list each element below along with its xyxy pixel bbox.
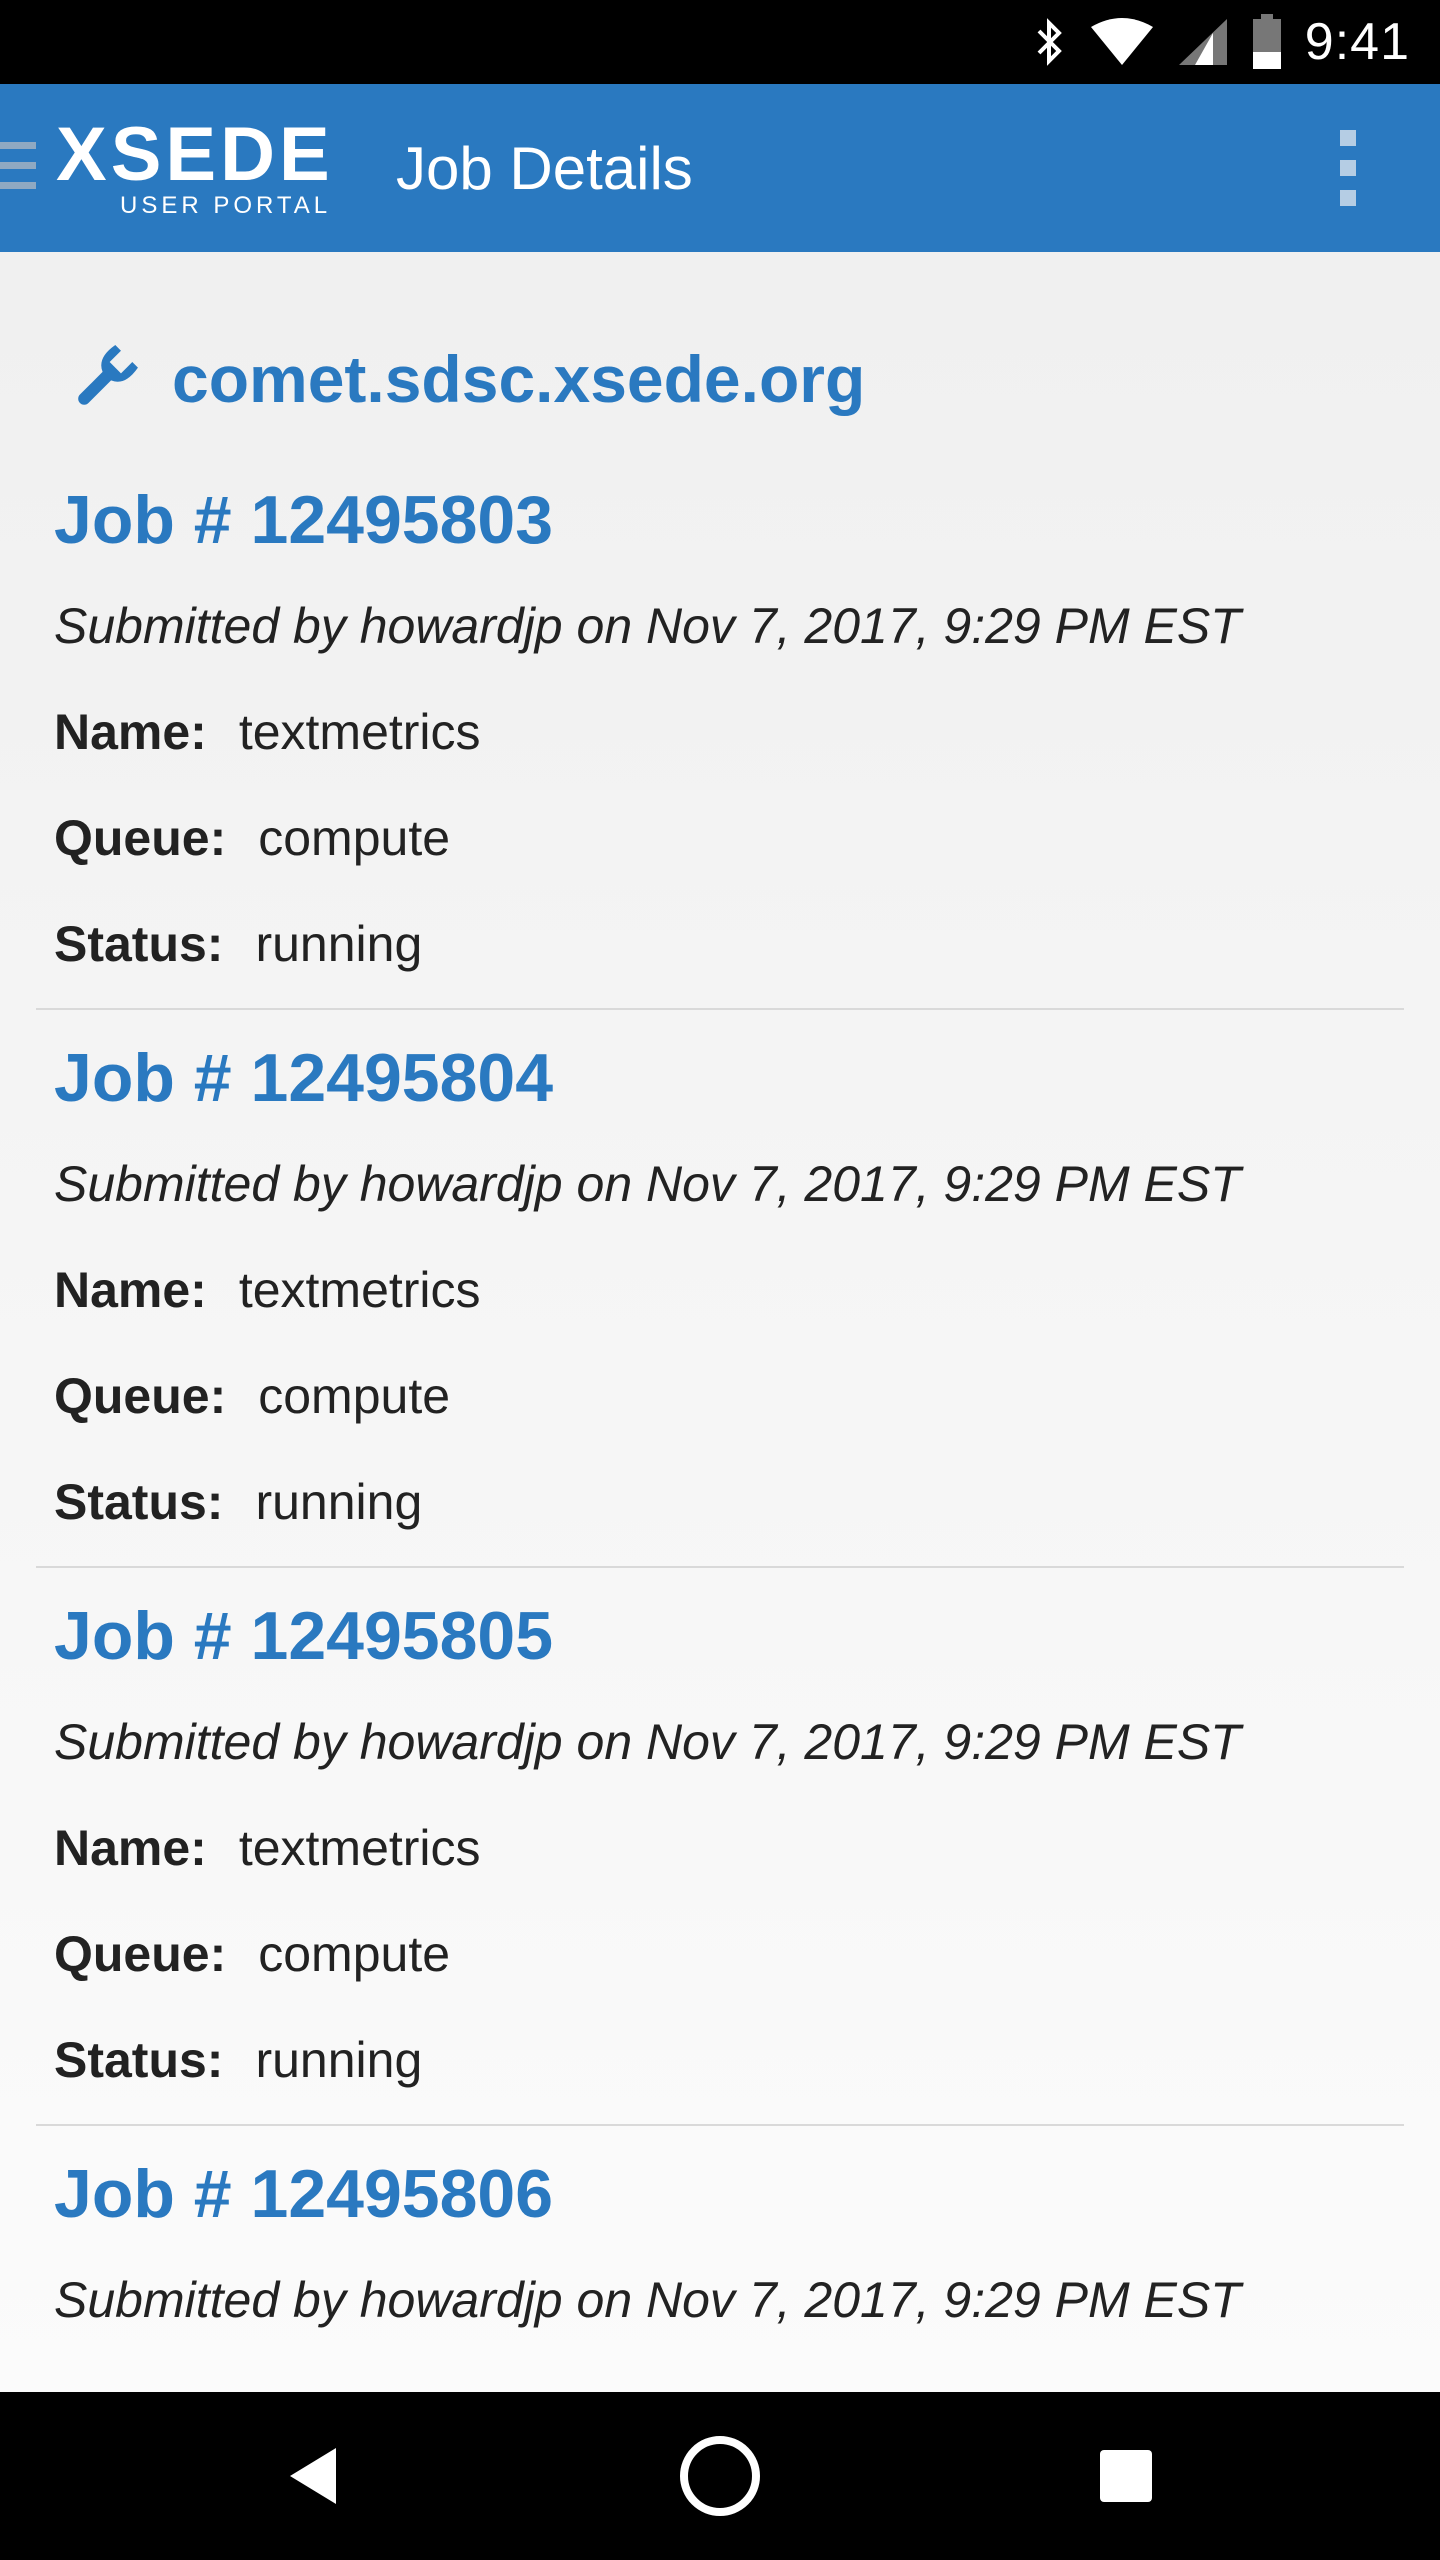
job-status-row: Status: running bbox=[54, 2030, 422, 2090]
wifi-icon bbox=[1090, 18, 1153, 65]
queue-label: Queue: bbox=[54, 1368, 227, 1424]
job-name-value: textmetrics bbox=[238, 704, 481, 760]
job-status-value: running bbox=[255, 2032, 423, 2088]
menu-icon[interactable] bbox=[0, 142, 36, 198]
back-icon[interactable] bbox=[236, 2392, 396, 2560]
recents-icon[interactable] bbox=[1046, 2392, 1206, 2560]
job-status-value: running bbox=[255, 1474, 423, 1530]
logo-sub-text: USER PORTAL bbox=[120, 192, 332, 219]
name-label: Name: bbox=[54, 1262, 207, 1318]
status-label: Status: bbox=[54, 1474, 224, 1530]
home-icon[interactable] bbox=[640, 2392, 800, 2560]
job-name-value: textmetrics bbox=[238, 1820, 481, 1876]
queue-label: Queue: bbox=[54, 1926, 227, 1982]
status-bar: 9:41 bbox=[0, 0, 1440, 84]
system-nav-bar bbox=[0, 2392, 1440, 2560]
host-name: comet.sdsc.xsede.org bbox=[172, 342, 866, 416]
job-title[interactable]: Job # 12495804 bbox=[54, 1038, 553, 1118]
name-label: Name: bbox=[54, 704, 207, 760]
status-label: Status: bbox=[54, 2032, 224, 2088]
job-submitted-info: Submitted by howardjp on Nov 7, 2017, 9:… bbox=[54, 2272, 1241, 2328]
queue-label: Queue: bbox=[54, 810, 227, 866]
status-label: Status: bbox=[54, 916, 224, 972]
clock: 9:41 bbox=[1304, 13, 1410, 71]
job-name-row: Name: textmetrics bbox=[54, 1260, 481, 1320]
job-submitted-info: Submitted by howardjp on Nov 7, 2017, 9:… bbox=[54, 598, 1241, 654]
logo-main-text: XSEDE bbox=[56, 112, 334, 197]
battery-icon bbox=[1252, 14, 1281, 69]
xsede-logo[interactable]: XSEDE USER PORTAL bbox=[56, 110, 356, 220]
job-name-row: Name: textmetrics bbox=[54, 1818, 481, 1878]
job-status-row: Status: running bbox=[54, 914, 422, 974]
job-queue-value: compute bbox=[258, 1368, 451, 1424]
job-title[interactable]: Job # 12495806 bbox=[54, 2154, 553, 2234]
cell-signal-icon bbox=[1178, 19, 1227, 65]
job-list-content[interactable]: comet.sdsc.xsede.org Job # 12495803 Subm… bbox=[0, 252, 1440, 2392]
job-submitted-info: Submitted by howardjp on Nov 7, 2017, 9:… bbox=[54, 1714, 1241, 1770]
name-label: Name: bbox=[54, 1820, 207, 1876]
divider bbox=[36, 1008, 1404, 1010]
job-queue-value: compute bbox=[258, 1926, 451, 1982]
job-title[interactable]: Job # 12495805 bbox=[54, 1596, 553, 1676]
host-header: comet.sdsc.xsede.org bbox=[68, 334, 865, 424]
job-queue-row: Queue: compute bbox=[54, 1366, 450, 1426]
overflow-menu-icon[interactable] bbox=[1336, 130, 1360, 210]
app-bar: XSEDE USER PORTAL Job Details bbox=[0, 84, 1440, 252]
job-submitted-info: Submitted by howardjp on Nov 7, 2017, 9:… bbox=[54, 1156, 1241, 1212]
job-name-value: textmetrics bbox=[238, 1262, 481, 1318]
divider bbox=[36, 2124, 1404, 2126]
job-queue-value: compute bbox=[258, 810, 451, 866]
wrench-icon bbox=[78, 345, 138, 405]
job-queue-row: Queue: compute bbox=[54, 808, 450, 868]
job-queue-row: Queue: compute bbox=[54, 1924, 450, 1984]
job-status-value: running bbox=[255, 916, 423, 972]
divider bbox=[36, 1566, 1404, 1568]
job-title[interactable]: Job # 12495803 bbox=[54, 480, 553, 560]
page-title: Job Details bbox=[396, 135, 693, 202]
bluetooth-icon bbox=[1037, 18, 1062, 66]
job-name-row: Name: textmetrics bbox=[54, 702, 481, 762]
job-status-row: Status: running bbox=[54, 1472, 422, 1532]
